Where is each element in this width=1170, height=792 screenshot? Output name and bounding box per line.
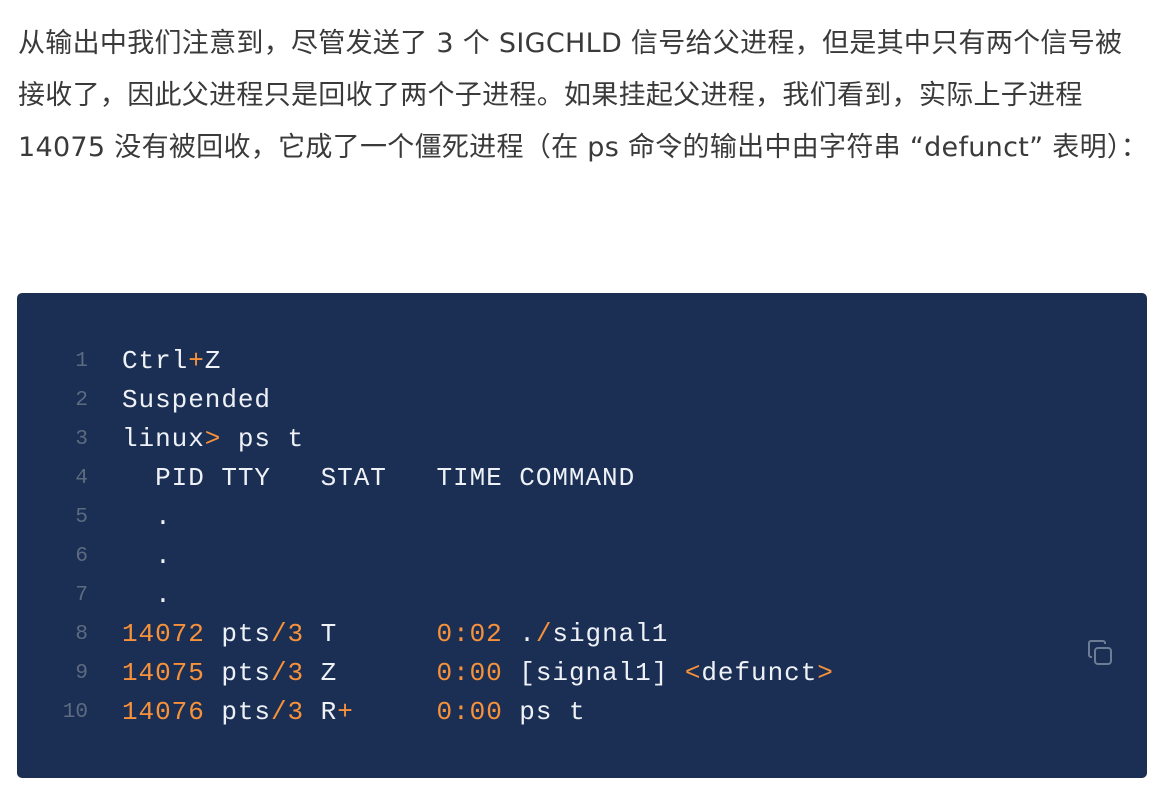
code-token: . <box>122 502 172 532</box>
code-token: pts <box>204 619 271 649</box>
line-number: 7 <box>75 584 88 607</box>
line-number: 9 <box>75 662 88 685</box>
code-token: defunct <box>701 658 818 688</box>
line-number: 2 <box>75 389 88 412</box>
code-text: . <box>122 537 172 576</box>
code-token: [signal1] <box>502 658 685 688</box>
copy-icon[interactable] <box>1085 638 1115 668</box>
code-token-highlight: > <box>817 658 834 688</box>
code-text: 14072 pts/3 T 0:02 ./signal1 <box>122 615 668 654</box>
code-token: T <box>304 619 437 649</box>
code-token-highlight: 14076 <box>122 697 205 727</box>
code-text: . <box>122 498 172 537</box>
code-token: signal1 <box>552 619 669 649</box>
code-text: PID TTY STAT TIME COMMAND <box>122 459 635 498</box>
code-token-highlight: 0:02 <box>436 619 503 649</box>
line-number: 1 <box>75 350 88 373</box>
code-token: Ctrl <box>122 346 189 376</box>
code-text: linux> ps t <box>122 420 304 459</box>
code-token: pts <box>204 658 271 688</box>
line-number: 10 <box>62 701 88 724</box>
code-token: ps t <box>221 424 305 454</box>
code-token-highlight: < <box>684 658 702 688</box>
code-token: . <box>502 619 536 649</box>
code-text: Suspended <box>122 381 271 420</box>
line-number: 6 <box>75 545 88 568</box>
code-token: Z <box>304 658 437 688</box>
code-token-highlight: 14072 <box>122 619 205 649</box>
code-token-highlight: /3 <box>270 619 305 649</box>
code-token: Z <box>204 346 222 376</box>
code-token-highlight: + <box>188 346 205 376</box>
code-token-highlight: 0:00 <box>436 658 503 688</box>
code-token: PID TTY STAT TIME COMMAND <box>122 463 636 493</box>
code-token: R <box>304 697 338 727</box>
body-paragraph: 从输出中我们注意到，尽管发送了 3 个 SIGCHLD 信号给父进程，但是其中只… <box>18 28 1148 163</box>
code-token-highlight: + <box>337 697 354 727</box>
code-token-highlight: > <box>204 424 222 454</box>
code-token-highlight: /3 <box>270 658 305 688</box>
code-token: linux <box>122 424 205 454</box>
code-token: ps t <box>502 697 586 727</box>
code-token-highlight: 0:00 <box>436 697 503 727</box>
code-token: pts <box>204 697 271 727</box>
code-text: . <box>122 576 172 615</box>
line-number: 8 <box>75 623 88 646</box>
code-token-highlight: /3 <box>270 697 305 727</box>
code-token-highlight: / <box>535 619 553 649</box>
line-number: 4 <box>75 467 88 490</box>
code-token: Suspended <box>122 385 271 415</box>
code-text: 14075 pts/3 Z 0:00 [signal1] <defunct> <box>122 654 834 693</box>
code-token-highlight: 14075 <box>122 658 205 688</box>
code-text: Ctrl+Z <box>122 342 221 381</box>
line-number: 3 <box>75 428 88 451</box>
code-token: . <box>122 580 172 610</box>
code-token: . <box>122 541 172 571</box>
code-text: 14076 pts/3 R+ 0:00 ps t <box>122 693 586 732</box>
line-number: 5 <box>75 506 88 529</box>
